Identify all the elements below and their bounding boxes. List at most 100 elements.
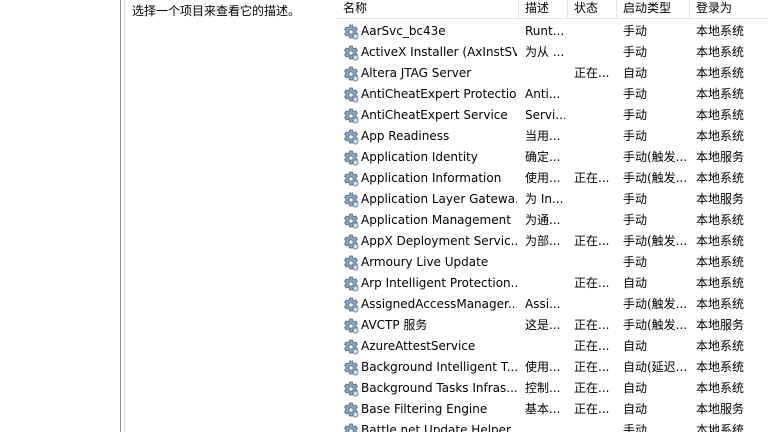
service-row[interactable]: Armoury Live Update 手动 本地系统: [337, 252, 768, 273]
gear-icon: [343, 252, 361, 273]
service-status: [574, 126, 614, 147]
column-header-name[interactable]: 名称: [337, 0, 519, 18]
service-row[interactable]: AntiCheatExpert Service Servi... 手动 本地系统: [337, 105, 768, 126]
service-row[interactable]: AarSvc_bc43e Runt... 手动 本地系统: [337, 21, 768, 42]
service-row[interactable]: AntiCheatExpert Protection Anti... 手动 本地系统: [337, 84, 768, 105]
service-startup-type: 手动: [623, 87, 648, 101]
service-status: [574, 105, 614, 126]
column-header-startup-type[interactable]: 启动类型: [617, 0, 690, 18]
service-description: 使用...: [525, 171, 561, 185]
service-name: App Readiness: [361, 129, 450, 143]
service-row[interactable]: Arp Intelligent Protection... 正在... 自动 本地系统: [337, 273, 768, 294]
service-name: Application Layer Gatewa...: [361, 192, 517, 206]
service-row[interactable]: Altera JTAG Server 正在... 自动 本地系统: [337, 63, 768, 84]
service-row[interactable]: App Readiness 当用... 手动 本地系统: [337, 126, 768, 147]
service-status: [574, 189, 614, 210]
service-name: Background Intelligent T...: [361, 360, 517, 374]
service-name: AarSvc_bc43e: [361, 24, 446, 38]
column-header-description[interactable]: 描述: [519, 0, 568, 18]
service-startup-type: 手动(触发...: [623, 234, 687, 248]
service-row[interactable]: Battle.net Update Helper ... 手动 本地系统: [337, 420, 768, 432]
service-logon-as: 本地系统: [696, 66, 745, 80]
service-status: 正在...: [574, 318, 610, 332]
services-list[interactable]: 名称 描述 状态 启动类型 登录为 AarSvc_bc43e Runt... 手动本…: [337, 0, 768, 432]
service-row[interactable]: Application Identity 确定... 手动(触发... 本地服务: [337, 147, 768, 168]
service-row[interactable]: Application Management 为通... 手动 本地系统: [337, 210, 768, 231]
pane-splitter[interactable]: [120, 0, 121, 432]
service-row[interactable]: Application Layer Gatewa... 为 In... 手动 本地服务: [337, 189, 768, 210]
service-logon-as: 本地系统: [696, 234, 745, 248]
service-name: AntiCheatExpert Service: [361, 108, 508, 122]
service-startup-type: 自动: [623, 66, 648, 80]
service-startup-type: 自动: [623, 402, 648, 416]
service-status: [574, 420, 614, 432]
service-rows: AarSvc_bc43e Runt... 手动 本地系统 ActiveX Install…: [337, 21, 768, 432]
service-status: [574, 294, 614, 315]
column-header-status[interactable]: 状态: [568, 0, 617, 18]
service-status: [574, 252, 614, 273]
service-startup-type: 手动: [623, 192, 648, 206]
service-row[interactable]: ActiveX Installer (AxInstSV) 为从 ... 手动 本地系统: [337, 42, 768, 63]
gear-icon: [343, 147, 361, 168]
service-status: 正在...: [574, 171, 610, 185]
gear-icon: [343, 84, 361, 105]
service-logon-as: 本地服务: [696, 318, 745, 332]
gear-icon: [343, 273, 361, 294]
service-startup-type: 自动: [623, 339, 648, 353]
gear-icon: [343, 315, 361, 336]
gear-icon: [343, 105, 361, 126]
service-logon-as: 本地系统: [696, 24, 745, 38]
service-row[interactable]: Background Intelligent T... 使用... 正在... 自动(…: [337, 357, 768, 378]
column-header-logon-as[interactable]: 登录为: [690, 0, 768, 18]
list-header: 名称 描述 状态 启动类型 登录为: [337, 0, 768, 19]
service-logon-as: 本地系统: [696, 297, 745, 311]
service-status: 正在...: [574, 339, 610, 353]
gear-icon: [343, 357, 361, 378]
service-startup-type: 手动: [623, 129, 648, 143]
service-name: AssignedAccessManager...: [361, 297, 517, 311]
service-description: Anti...: [525, 87, 561, 101]
service-status: [574, 84, 614, 105]
service-logon-as: 本地系统: [696, 339, 745, 353]
service-status: [574, 21, 614, 42]
service-logon-as: 本地系统: [696, 87, 745, 101]
service-logon-as: 本地系统: [696, 255, 745, 269]
service-row[interactable]: Background Tasks Infras... 控制... 正在... 自动 本地…: [337, 378, 768, 399]
service-row[interactable]: AssignedAccessManager... Assi... 手动(触发... 本…: [337, 294, 768, 315]
service-name: Arp Intelligent Protection...: [361, 276, 517, 290]
service-row[interactable]: AVCTP 服务 这是... 正在... 手动(触发... 本地服务: [337, 315, 768, 336]
service-logon-as: 本地系统: [696, 129, 745, 143]
service-status: 正在...: [574, 381, 610, 395]
service-description: 使用...: [525, 360, 561, 374]
service-logon-as: 本地服务: [696, 150, 745, 164]
service-name: Application Identity: [361, 150, 478, 164]
service-name: ActiveX Installer (AxInstSV): [361, 45, 517, 59]
service-status: 正在...: [574, 402, 610, 416]
service-description: [525, 273, 565, 294]
service-logon-as: 本地服务: [696, 402, 745, 416]
service-description: 这是...: [525, 318, 561, 332]
service-name: Application Information: [361, 171, 502, 185]
service-row[interactable]: AppX Deployment Servic... 为部... 正在... 手动(触发…: [337, 231, 768, 252]
service-description: 为部...: [525, 234, 561, 248]
gear-icon: [343, 399, 361, 420]
gear-icon: [343, 231, 361, 252]
service-description: Servi...: [525, 108, 565, 122]
service-startup-type: 手动(触发...: [623, 171, 687, 185]
gear-icon: [343, 42, 361, 63]
service-startup-type: 手动: [623, 24, 648, 38]
console-tree-pane[interactable]: [0, 0, 120, 432]
service-startup-type: 自动(延迟...: [623, 360, 687, 374]
gear-icon: [343, 420, 361, 432]
service-status: [574, 210, 614, 231]
service-startup-type: 自动: [623, 276, 648, 290]
service-description: 为从 ...: [525, 45, 565, 59]
service-description: 确定...: [525, 150, 561, 164]
service-logon-as: 本地系统: [696, 276, 745, 290]
service-row[interactable]: Application Information 使用... 正在... 手动(触发..…: [337, 168, 768, 189]
service-row[interactable]: Base Filtering Engine 基本... 正在... 自动 本地服务: [337, 399, 768, 420]
service-name: AzureAttestService: [361, 339, 476, 353]
service-startup-type: 手动: [623, 255, 648, 269]
gear-icon: [343, 210, 361, 231]
service-row[interactable]: AzureAttestService 正在... 自动 本地系统: [337, 336, 768, 357]
